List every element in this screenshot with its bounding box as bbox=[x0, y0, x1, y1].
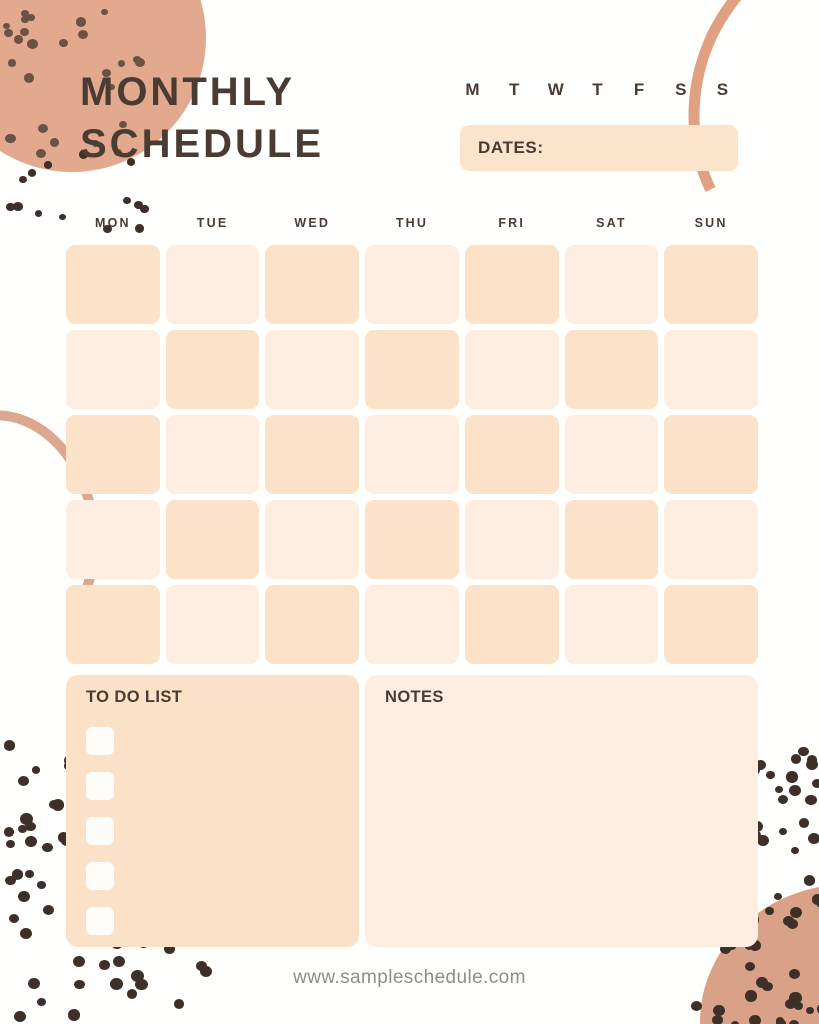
calendar-cell[interactable] bbox=[564, 585, 659, 664]
calendar-cell[interactable] bbox=[564, 330, 659, 409]
calendar-cell[interactable] bbox=[265, 585, 360, 664]
day-header-row: MON TUE WED THU FRI SAT SUN bbox=[66, 216, 758, 230]
todo-list-title: TO DO LIST bbox=[86, 688, 183, 706]
week-letter-0: M bbox=[465, 80, 481, 99]
todo-checkbox-column bbox=[86, 727, 114, 952]
calendar-cell[interactable] bbox=[365, 245, 459, 324]
calendar-cell[interactable] bbox=[66, 500, 160, 579]
dates-label: DATES: bbox=[478, 138, 544, 157]
day-header-tue: TUE bbox=[196, 216, 229, 230]
calendar-cell[interactable] bbox=[165, 585, 260, 664]
calendar-cell[interactable] bbox=[165, 330, 260, 409]
week-letters: MTWTFSS bbox=[463, 80, 733, 100]
footer-url: www.sampleschedule.com bbox=[293, 967, 526, 988]
calendar-cell[interactable] bbox=[365, 330, 459, 409]
day-header-wed: WED bbox=[294, 216, 331, 230]
calendar-cell[interactable] bbox=[66, 330, 160, 409]
calendar-cell[interactable] bbox=[66, 415, 160, 494]
calendar-cell[interactable] bbox=[365, 415, 459, 494]
calendar-grid bbox=[66, 245, 758, 664]
todo-list-panel: TO DO LIST bbox=[66, 675, 359, 947]
week-letter-4: F bbox=[633, 80, 646, 99]
calendar-cell[interactable] bbox=[564, 415, 659, 494]
monthly-schedule-page: MONTHLY SCHEDULE M T W T F S S DATES: MON TUE WE… bbox=[0, 0, 819, 1024]
calendar-cell[interactable] bbox=[265, 245, 360, 324]
calendar-cell[interactable] bbox=[66, 585, 160, 664]
calendar-cell[interactable] bbox=[265, 330, 360, 409]
dates-field[interactable]: DATES: bbox=[460, 125, 738, 171]
calendar-cell[interactable] bbox=[464, 415, 559, 494]
notes-title: NOTES bbox=[385, 688, 444, 706]
day-header-sat: SAT bbox=[596, 216, 627, 230]
todo-checkbox[interactable] bbox=[86, 727, 114, 755]
calendar-cell[interactable] bbox=[165, 415, 260, 494]
calendar-cell[interactable] bbox=[365, 585, 459, 664]
calendar-cell[interactable] bbox=[664, 585, 758, 664]
calendar-cell[interactable] bbox=[664, 415, 758, 494]
calendar-cell[interactable] bbox=[265, 500, 360, 579]
calendar-cell[interactable] bbox=[664, 245, 758, 324]
page-title: MONTHLY SCHEDULE bbox=[80, 70, 325, 166]
calendar-cell[interactable] bbox=[464, 245, 559, 324]
week-letter-5: S bbox=[675, 80, 688, 99]
week-letter-1: T bbox=[508, 80, 521, 99]
calendar-cell[interactable] bbox=[165, 500, 260, 579]
todo-checkbox[interactable] bbox=[86, 772, 114, 800]
calendar-cell[interactable] bbox=[265, 415, 360, 494]
notes-panel[interactable]: NOTES bbox=[365, 675, 758, 947]
calendar-cell[interactable] bbox=[564, 245, 659, 324]
todo-checkbox[interactable] bbox=[86, 862, 114, 890]
day-header-thu: THU bbox=[395, 216, 429, 230]
todo-checkbox[interactable] bbox=[86, 817, 114, 845]
week-letter-3: T bbox=[592, 80, 604, 99]
calendar-cell[interactable] bbox=[464, 500, 559, 579]
day-header-mon: MON bbox=[94, 216, 131, 230]
calendar-cell[interactable] bbox=[365, 500, 459, 579]
calendar-cell[interactable] bbox=[464, 585, 559, 664]
calendar-cell[interactable] bbox=[165, 245, 260, 324]
calendar-cell[interactable] bbox=[464, 330, 559, 409]
day-header-sun: SUN bbox=[694, 216, 728, 230]
day-header-fri: FRI bbox=[498, 216, 526, 230]
calendar-cell[interactable] bbox=[66, 245, 160, 324]
todo-checkbox[interactable] bbox=[86, 907, 114, 935]
calendar-cell[interactable] bbox=[664, 330, 758, 409]
calendar-cell[interactable] bbox=[664, 500, 758, 579]
week-letter-6: S bbox=[716, 80, 730, 99]
calendar-cell[interactable] bbox=[564, 500, 659, 579]
week-letter-2: W bbox=[547, 80, 565, 99]
